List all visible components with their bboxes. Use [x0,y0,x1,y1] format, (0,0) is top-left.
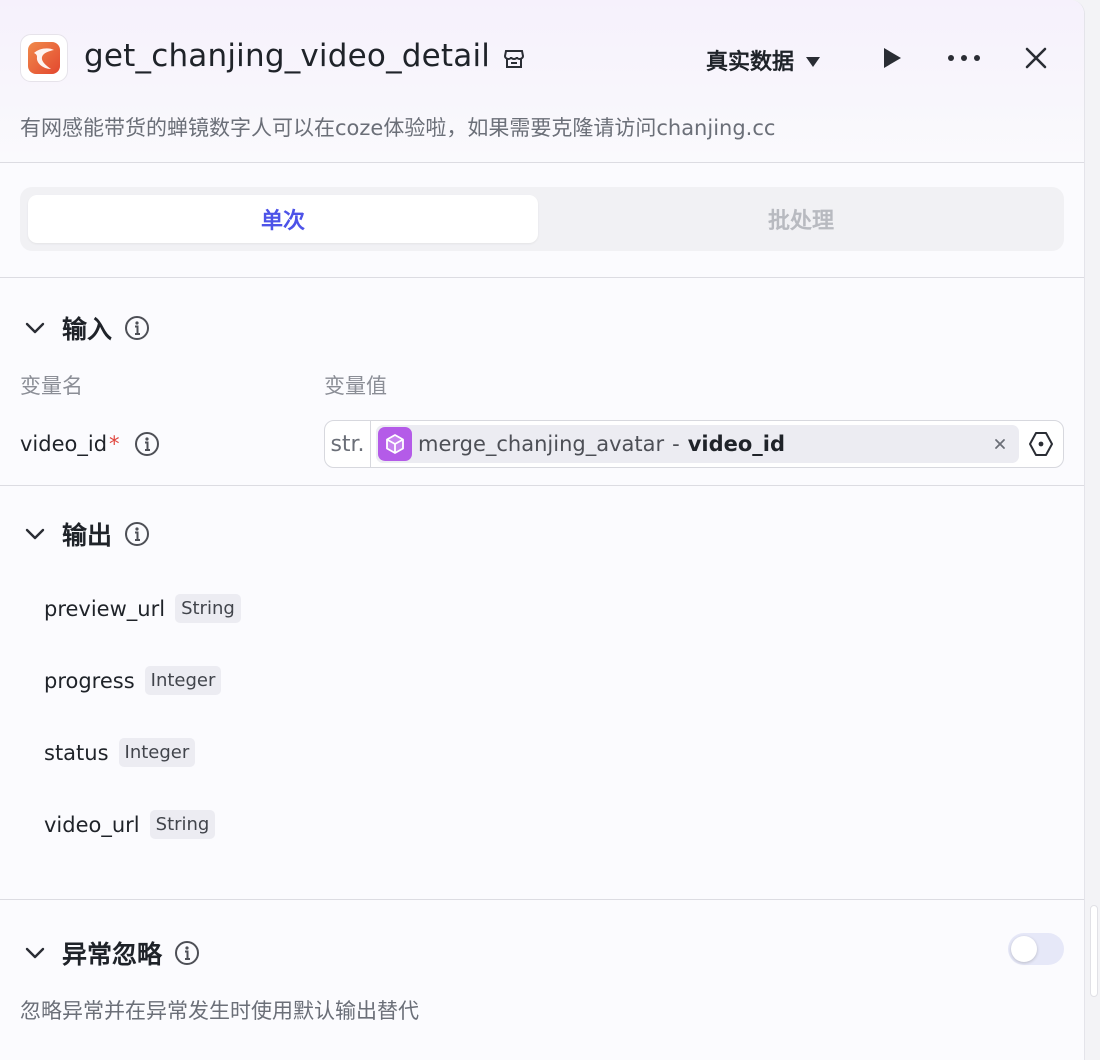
exception-section-title: 异常忽略 [62,940,163,969]
col-variable-value: 变量值 [324,374,387,398]
output-field: progress Integer [44,666,222,695]
reference-variable-name: video_id [687,432,786,456]
cube-icon [378,427,412,461]
info-icon[interactable] [124,521,150,547]
output-field-name: status [44,740,109,765]
output-field: preview_url String [44,594,241,623]
node-detail-panel: get_chanjing_video_detail 真实数据 有网感能带货的蝉镜… [0,0,1085,1060]
reference-node-name: merge_chanjing_avatar [418,432,665,456]
run-button[interactable] [874,40,910,76]
reference-separator: - [672,432,680,456]
exception-ignore-toggle[interactable] [1008,933,1064,965]
output-field-type: String [149,810,216,839]
mode-tabs: 单次 批处理 [20,187,1064,251]
more-button[interactable] [946,40,982,76]
output-field-type: Integer [118,738,196,767]
output-field-type: Integer [144,666,222,695]
close-icon [1025,47,1047,69]
chevron-down-icon[interactable] [22,315,48,341]
play-icon [884,48,901,68]
chevron-down-icon[interactable] [22,940,48,966]
exception-section-header: 异常忽略 [0,933,1084,973]
col-variable-name: 变量名 [20,374,83,398]
variable-picker-button[interactable] [1027,430,1055,458]
tab-batch[interactable]: 批处理 [546,195,1056,243]
hexagon-icon [1029,432,1053,456]
more-icon [948,55,980,61]
store-icon[interactable] [502,47,526,71]
tab-single[interactable]: 单次 [28,195,538,243]
info-icon[interactable] [174,940,200,966]
exception-ignore-section: 异常忽略 忽略异常并在异常发生时使用默认输出替代 [0,900,1084,1060]
caret-down-icon [806,56,821,67]
output-field: video_url String [44,810,216,839]
node-description: 有网感能带货的蝉镜数字人可以在coze体验啦，如果需要克隆请访问chanjing… [20,116,776,140]
close-icon [995,439,1005,449]
output-field-name: video_url [44,812,140,837]
output-field-type: String [175,594,241,623]
type-tag: str. [325,421,371,467]
node-title: get_chanjing_video_detail [84,38,491,74]
info-icon[interactable] [134,431,160,457]
chevron-down-icon[interactable] [22,521,48,547]
data-mode-dropdown[interactable]: 真实数据 [706,44,821,76]
plugin-logo [20,34,68,82]
required-mark: * [109,432,120,456]
output-section: 输出 preview_url String progress Integer s… [0,486,1084,900]
toggle-knob [1011,936,1037,962]
variable-name-label: video_id [20,432,108,456]
input-column-headers: 变量名 变量值 [0,370,1084,400]
reference-chip[interactable]: merge_chanjing_avatar - video_id [376,425,1019,463]
input-section-header: 输入 [0,308,1084,348]
output-field: status Integer [44,738,196,767]
info-icon[interactable] [124,315,150,341]
variable-name: video_id * [20,431,324,457]
output-field-name: progress [44,668,135,693]
scrollbar[interactable] [1090,905,1098,997]
output-section-title: 输出 [62,521,113,550]
output-field-name: preview_url [44,596,166,621]
variable-value-field[interactable]: str. merge_chanjing_avatar - video_id [324,420,1064,468]
exception-description: 忽略异常并在异常发生时使用默认输出替代 [20,999,419,1023]
close-button[interactable] [1018,40,1054,76]
input-variable-row: video_id* str. merge_chanjing_avatar - [0,420,1084,468]
input-section-title: 输入 [62,315,113,344]
mode-tabs-container: 单次 批处理 [0,163,1084,278]
panel-header: get_chanjing_video_detail 真实数据 有网感能带货的蝉镜… [0,0,1084,163]
output-section-header: 输出 [0,514,1084,554]
data-mode-label: 真实数据 [706,50,795,75]
input-section: 输入 变量名 变量值 video_id * str. merge_chanjin… [0,278,1084,486]
clear-reference-button[interactable] [989,433,1011,455]
